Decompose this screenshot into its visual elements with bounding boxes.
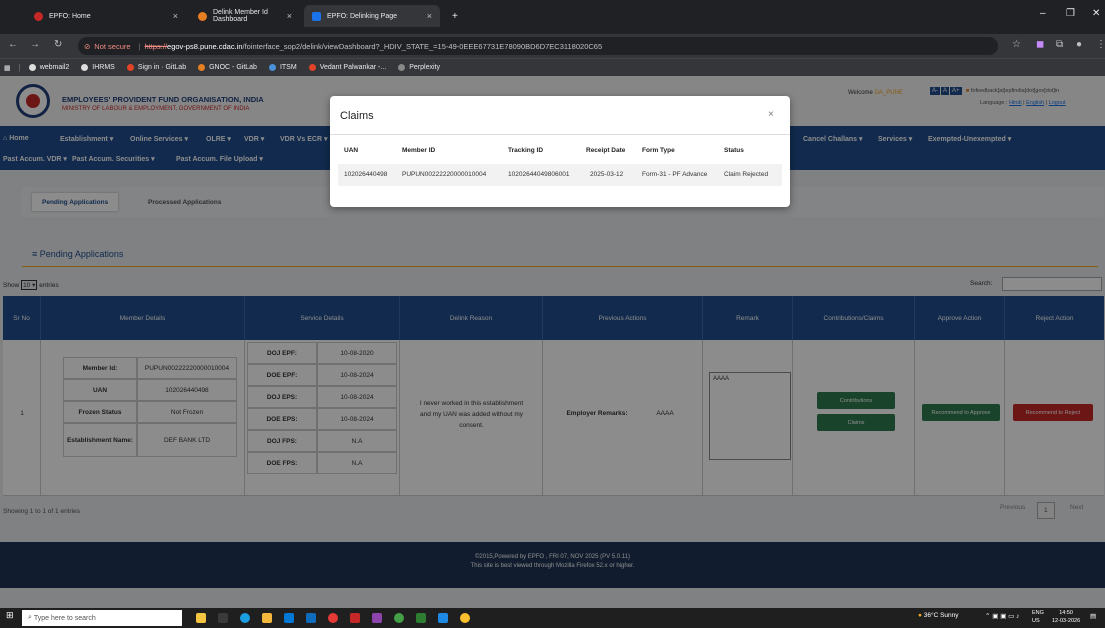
modal-title: Claims xyxy=(340,110,374,122)
task-view-icon[interactable] xyxy=(218,613,228,623)
close-tab-icon[interactable]: × xyxy=(173,11,178,21)
system-tray-icons[interactable]: ⌃ ▣ ▣ ▭ ♪ xyxy=(985,612,1019,620)
bookmark-webmail2[interactable]: webmail2 xyxy=(28,64,69,71)
store-icon[interactable] xyxy=(284,613,294,623)
bookmark-perplexity[interactable]: Perplexity xyxy=(398,64,440,71)
page-favicon-icon xyxy=(312,11,321,21)
claim-receipt-date: 2025-03-12 xyxy=(590,171,624,178)
search-icon: ⌕ xyxy=(28,614,32,621)
greenshot-icon[interactable] xyxy=(394,613,404,623)
bookmark-vedant[interactable]: Vedant Palwankar -... xyxy=(308,64,386,71)
not-secure-icon: ⊘ xyxy=(84,41,91,51)
opera-icon[interactable] xyxy=(328,613,338,623)
bookmark-gitlab-signin[interactable]: Sign in · GitLab xyxy=(126,64,186,71)
apps-grid-icon[interactable]: ▦ xyxy=(4,64,11,72)
bookmark-itsm[interactable]: ITSM xyxy=(268,64,297,71)
back-icon[interactable]: ← xyxy=(8,39,18,50)
claims-col-tracking-id: Tracking ID xyxy=(508,147,544,154)
tab-label: EPFO: Home xyxy=(49,12,91,20)
bookmark-ihrms[interactable]: IHRMS xyxy=(81,64,115,71)
not-secure-label: Not secure xyxy=(94,41,131,51)
claim-status: Claim Rejected xyxy=(724,171,769,178)
claims-col-status: Status xyxy=(724,147,744,154)
windows-start-icon[interactable]: ⊞ xyxy=(6,610,14,621)
edge-icon[interactable] xyxy=(240,613,250,623)
close-tab-icon[interactable]: × xyxy=(427,11,432,21)
excel-icon[interactable] xyxy=(416,613,426,623)
claim-tracking-id: 10202644049806001 xyxy=(508,171,570,178)
profile-avatar-icon[interactable]: ● xyxy=(1076,39,1082,50)
browser-tab-delink-dashboard[interactable]: Delink Member Id Dashboard × xyxy=(190,5,300,27)
claim-member-id: PUPUN00222220000010004 xyxy=(402,171,487,178)
copilot-sparkle-icon[interactable] xyxy=(196,613,206,623)
epfo-favicon-icon xyxy=(198,11,207,21)
epfo-favicon-icon xyxy=(34,11,43,21)
taskbar-search-input[interactable]: ⌕ Type here to search xyxy=(22,610,182,626)
address-bar: ← → ↻ ⊘ Not secure | https:// egov-ps8.p… xyxy=(0,34,1105,58)
claim-uan: 102026440498 xyxy=(344,171,388,178)
url-input[interactable]: ⊘ Not secure | https:// egov-ps8.pune.cd… xyxy=(78,37,998,55)
forward-icon[interactable]: → xyxy=(30,39,40,50)
close-icon[interactable]: × xyxy=(768,109,774,120)
extension-icon[interactable]: ◼ xyxy=(1036,39,1044,50)
claim-form-type: Form-31 - PF Advance xyxy=(642,171,708,178)
claims-col-uan: UAN xyxy=(344,147,359,154)
bookmark-gnoc-gitlab[interactable]: GNOC - GitLab xyxy=(198,64,257,71)
maximize-icon[interactable]: ❐ xyxy=(1066,8,1075,19)
browser-tab-delinking-page[interactable]: EPFO: Delinking Page × xyxy=(304,5,440,27)
url-scheme: https:// xyxy=(144,41,168,51)
url-path: /fointerface_sop2/delink/viewDashboard?_… xyxy=(242,41,603,51)
page-content: EMPLOYEES' PROVIDENT FUND ORGANISATION, … xyxy=(0,76,1105,608)
new-tab-button[interactable]: + xyxy=(444,5,464,27)
clock[interactable]: 14:50 12-03-2026 xyxy=(1052,609,1080,625)
chrome-icon[interactable] xyxy=(460,613,470,623)
modal-divider xyxy=(330,134,790,135)
extensions-puzzle-icon[interactable]: ⧉ xyxy=(1056,39,1063,50)
browser-tab-bar: EPFO: Home × Delink Member Id Dashboard … xyxy=(0,0,1105,34)
claims-modal: Claims × UAN Member ID Tracking ID Recei… xyxy=(330,96,790,207)
browser-menu-icon[interactable]: ⋮ xyxy=(1096,39,1105,50)
claims-col-form-type: Form Type xyxy=(642,147,675,154)
bookmarks-bar: ▦ | webmail2 IHRMS Sign in · GitLab GNOC… xyxy=(0,58,1105,76)
notification-icon[interactable]: ▤ xyxy=(1090,612,1096,620)
bookmark-star-icon[interactable]: ☆ xyxy=(1012,39,1021,50)
slack-icon[interactable] xyxy=(372,613,382,623)
weather-widget[interactable]: ● 36°C Sunny xyxy=(918,612,959,619)
url-host: egov-ps8.pune.cdac.in xyxy=(167,41,243,51)
browser-tab-epfo-home[interactable]: EPFO: Home × xyxy=(26,5,186,27)
minimize-icon[interactable]: – xyxy=(1040,8,1046,19)
file-explorer-icon[interactable] xyxy=(262,613,272,623)
reload-icon[interactable]: ↻ xyxy=(54,39,62,50)
claims-col-receipt-date: Receipt Date xyxy=(586,147,626,154)
app-icon[interactable] xyxy=(438,613,448,623)
close-window-icon[interactable]: ✕ xyxy=(1092,8,1100,19)
tab-label: EPFO: Delinking Page xyxy=(327,12,398,20)
mail-icon[interactable] xyxy=(306,613,316,623)
claims-col-member-id: Member ID xyxy=(402,147,436,154)
tab-label: Delink Member Id Dashboard xyxy=(213,9,268,23)
language-indicator[interactable]: ENG US xyxy=(1032,609,1044,625)
wps-icon[interactable] xyxy=(350,613,360,623)
windows-taskbar: ⊞ ⌕ Type here to search ● 36°C Sunny ⌃ ▣… xyxy=(0,608,1105,628)
close-tab-icon[interactable]: × xyxy=(287,11,292,21)
